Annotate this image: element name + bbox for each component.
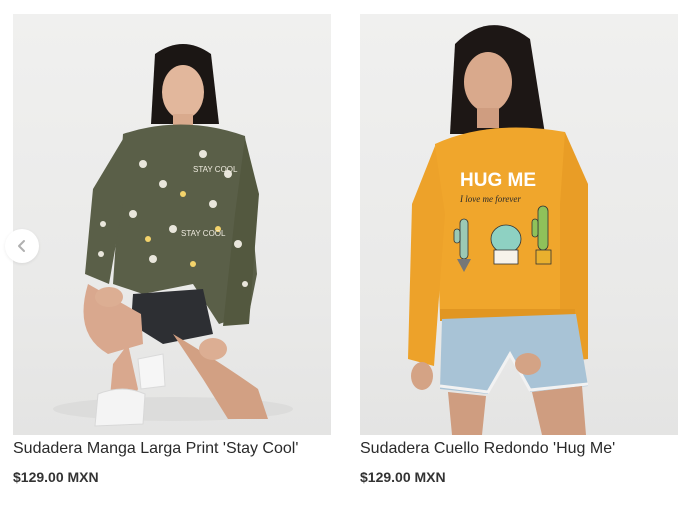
product-image[interactable]: HUG ME I love me forever [360,14,678,435]
carousel-prev-button[interactable] [5,229,39,263]
chevron-left-icon [18,240,25,252]
sweater-print-subtext: I love me forever [459,194,521,204]
model-photo-illustration: HUG ME I love me forever [408,25,589,435]
product-title[interactable]: Sudadera Cuello Redondo 'Hug Me' [360,439,678,459]
sweater-print-text: STAY COOL [193,165,238,174]
product-card[interactable]: HUG ME I love me forever Sudadera Cuello… [360,14,678,485]
product-price: $129.00 MXN [360,469,446,485]
product-title[interactable]: Sudadera Manga Larga Print 'Stay Cool' [13,439,331,459]
product-price: $129.00 MXN [13,469,99,485]
sweater-print-heading: HUG ME [460,170,536,191]
model-photo-illustration: STAY COOL STAY COOL [53,44,293,427]
svg-text:STAY COOL: STAY COOL [181,229,226,238]
product-image[interactable]: STAY COOL STAY COOL [13,14,331,435]
product-card[interactable]: STAY COOL STAY COOL Sudadera Manga Larga… [13,14,331,485]
